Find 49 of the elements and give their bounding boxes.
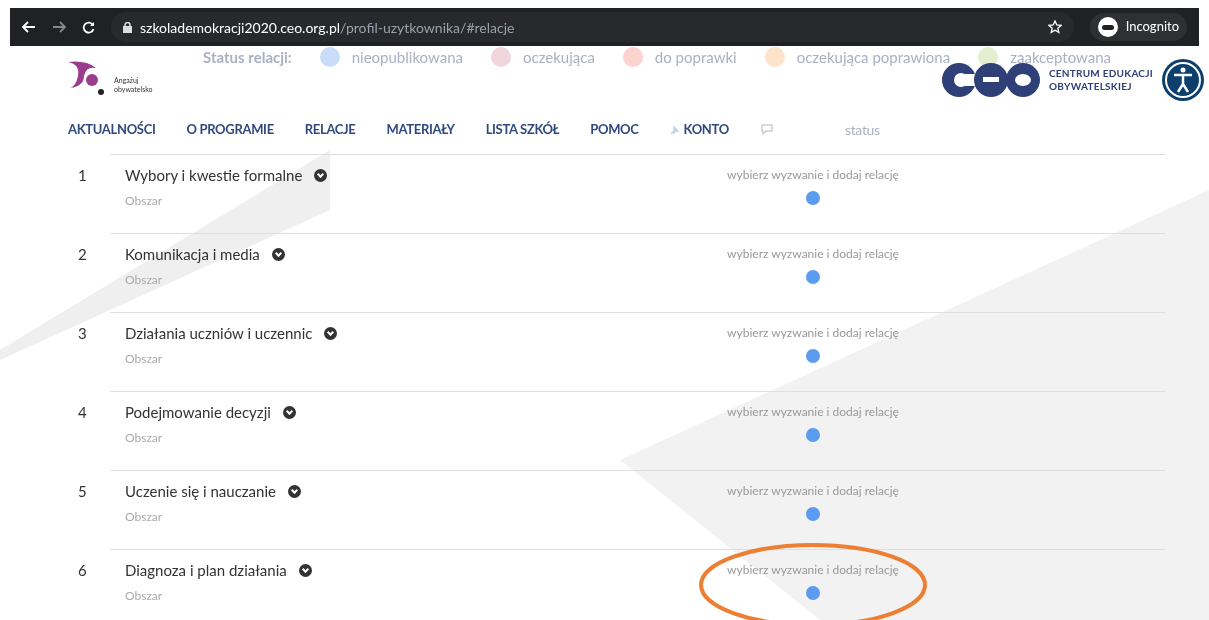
row-number: 6 — [78, 560, 88, 581]
expand-icon[interactable] — [287, 484, 301, 498]
area-subtitle: Obszar — [125, 586, 164, 605]
expand-icon[interactable] — [324, 326, 338, 340]
nav-link[interactable]: AKTUALNOŚCI — [68, 119, 156, 140]
area-title: Komunikacja i media — [125, 244, 260, 265]
area-subtitle: Obszar — [125, 428, 164, 447]
nav-link[interactable]: LISTA SZKÓŁ — [485, 119, 560, 140]
row-number: 5 — [78, 481, 88, 502]
legend-title: Status relacji: — [203, 47, 292, 68]
expand-icon[interactable] — [298, 563, 312, 577]
row-number: 2 — [78, 244, 88, 265]
legend-label: oczekująca — [522, 47, 595, 68]
row-number: 3 — [78, 323, 88, 344]
expand-icon[interactable] — [282, 405, 296, 419]
address-bar[interactable]: szkolademokracji2020.ceo.org.pl/profil-uzytkownika/#relacje — [111, 12, 1074, 42]
url-text: szkolademokracji2020.ceo.org.pl/profil-uzytkownika/#relacje — [140, 17, 515, 38]
area-title: Działania uczniów i uczennic — [125, 323, 313, 344]
row-number: 4 — [78, 402, 88, 423]
star-icon[interactable] — [1047, 20, 1062, 34]
nav-link[interactable]: O PROGRAMIE — [186, 119, 274, 140]
comment-icon — [759, 124, 774, 135]
profile-button[interactable]: Incognito — [1089, 13, 1187, 41]
column-header: status — [844, 120, 880, 140]
legend-label: oczekująca poprawiona — [796, 47, 951, 68]
nav-link[interactable]: MATERIAŁY — [386, 119, 455, 140]
legend-label: do poprawki — [654, 47, 737, 68]
reload-icon[interactable] — [82, 20, 95, 34]
forward-icon[interactable] — [52, 21, 66, 33]
area-title: Wybory i kwestie formalne — [125, 165, 303, 186]
org-name: OBYWATELSKIEJ — [1049, 80, 1133, 93]
area-subtitle: Obszar — [125, 270, 164, 289]
accessibility-icon[interactable] — [1161, 58, 1205, 102]
expand-icon[interactable] — [271, 247, 285, 261]
nav-link[interactable]: POMOC — [590, 119, 639, 140]
area-subtitle: Obszar — [125, 507, 164, 526]
nav-link[interactable]: KONTO — [683, 119, 729, 140]
legend-label: nieopublikowana — [351, 47, 463, 68]
row-number: 1 — [78, 165, 88, 186]
area-title: Podejmowanie decyzji — [125, 402, 271, 423]
area-subtitle: Obszar — [125, 349, 164, 368]
org-name: CENTRUM EDUKACJI — [1049, 67, 1153, 80]
area-title: Uczenie się i nauczanie — [125, 481, 276, 502]
area-subtitle: Obszar — [125, 191, 164, 210]
back-icon[interactable] — [22, 21, 36, 33]
lock-icon — [123, 21, 132, 33]
legend-label: zaakceptowana — [1010, 47, 1112, 68]
nav-link[interactable]: RELACJE — [304, 119, 356, 140]
area-title: Diagnoza i plan działania — [125, 560, 287, 581]
